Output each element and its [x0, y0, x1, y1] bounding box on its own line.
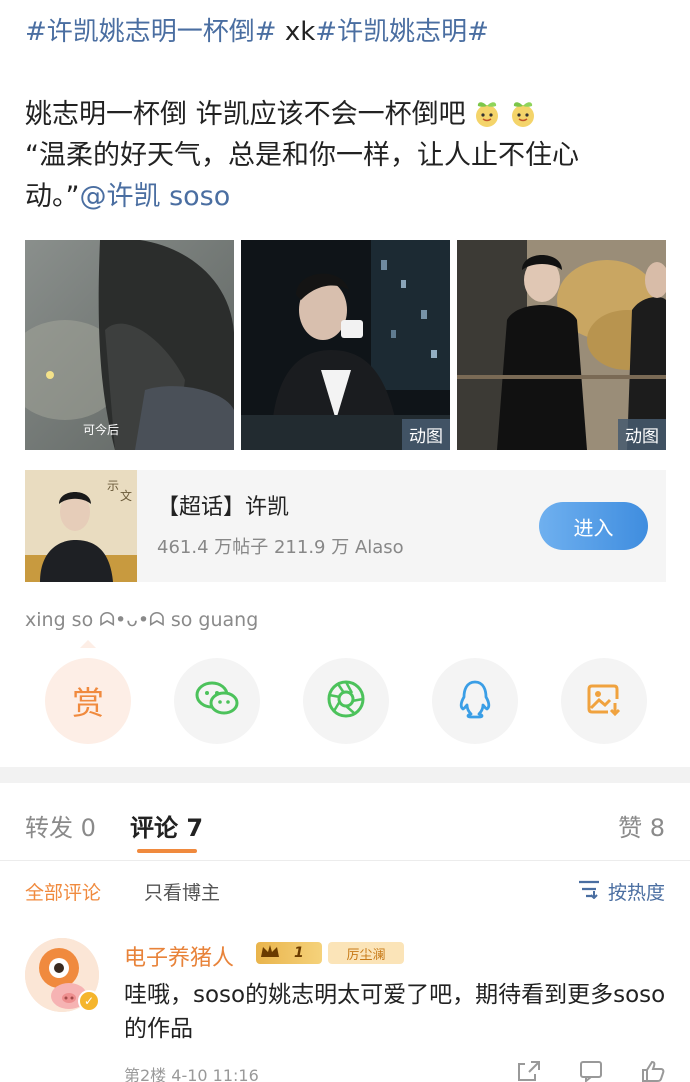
tab-repost[interactable]: 转发 0 [25, 808, 96, 843]
reward-label: 赏 [71, 684, 104, 722]
hashtag-mid-text: xk [276, 17, 316, 47]
topic-info: 【超话】许凯 461.4 万帖子 211.9 万 Alaso [157, 493, 404, 559]
fans-group-label: 厉尘澜 [346, 947, 386, 963]
image-watermark: 可今后 [83, 423, 120, 437]
interaction-tabs: 转发 0 评论 7 赞 8 [0, 783, 690, 861]
post-signature: xing so ᗣ•ᴗ•ᗣ so guang [25, 609, 259, 631]
post-body: 姚志明一杯倒 许凯应该不会一杯倒吧 “温柔的好天气，总是和你一样，让人止不住心 … [25, 94, 645, 217]
section-divider [0, 767, 690, 783]
post-line-1-text: 姚志明一杯倒 许凯应该不会一杯倒吧 [25, 99, 466, 130]
topic-cover-image: 示 文 [25, 470, 137, 582]
like-comment-icon[interactable] [641, 1060, 665, 1082]
reply-comment-icon[interactable] [579, 1060, 603, 1082]
share-comment-icon[interactable] [517, 1060, 541, 1082]
gif-badge: 动图 [618, 419, 666, 450]
moments-share-button[interactable] [303, 658, 389, 744]
post-image-3[interactable]: 动图 [457, 240, 666, 450]
hashtag-link-1[interactable]: #许凯姚志明一杯倒# [25, 17, 277, 47]
post-image-1[interactable]: 可今后 [25, 240, 234, 450]
comment-item: ✓ 电子养猪人 1 厉尘澜 哇哦，soso的姚志明太可爱了吧，期待看到更多sos… [0, 930, 690, 1082]
reward-pointer [80, 640, 96, 648]
comment-meta: 第2楼 4-10 11:16 [124, 1066, 259, 1082]
post-line-1: 姚志明一杯倒 许凯应该不会一杯倒吧 [25, 94, 645, 135]
crown-icon [260, 943, 280, 963]
sprout-emoji-icon [508, 98, 538, 128]
wechat-icon [195, 681, 239, 721]
post-image-grid: 可今后 动图 动图 [25, 240, 666, 450]
reward-button[interactable]: 赏 [45, 658, 131, 744]
post-line-2: “温柔的好天气，总是和你一样，让人止不住心 [25, 140, 579, 171]
svg-text:文: 文 [120, 488, 132, 503]
topic-stats: 461.4 万帖子 211.9 万 Alaso [157, 537, 404, 558]
post-line-3: 动。”@许凯 soso [25, 176, 645, 217]
sort-label: 按热度 [607, 882, 665, 904]
super-topic-card[interactable]: 示 文 【超话】许凯 461.4 万帖子 211.9 万 Alaso 进入 [25, 470, 666, 582]
active-tab-indicator [137, 849, 197, 853]
svg-text:示: 示 [107, 479, 119, 493]
qq-penguin-icon [457, 679, 493, 723]
mention-link[interactable]: @许凯 soso [80, 181, 231, 212]
save-image-icon [586, 681, 622, 721]
sprout-emoji-icon [472, 98, 502, 128]
filter-author-only[interactable]: 只看博主 [144, 878, 220, 905]
comment-text: 哇哦，soso的姚志明太可爱了吧，期待看到更多soso的作品 [124, 982, 666, 1042]
fan-level-number: 1 [294, 945, 304, 961]
sort-by-hot-button[interactable]: 按热度 [578, 878, 665, 905]
post-hashtags: #许凯姚志明一杯倒# xk#许凯姚志明# [25, 14, 489, 50]
wechat-share-button[interactable] [174, 658, 260, 744]
share-row: 赏 [45, 658, 647, 744]
sort-icon [578, 879, 600, 904]
topic-title: 【超话】许凯 [157, 495, 290, 520]
hashtag-link-2[interactable]: #许凯姚志明# [315, 17, 489, 47]
verified-badge-icon: ✓ [78, 990, 100, 1012]
moments-shutter-icon [326, 679, 366, 723]
save-image-button[interactable] [561, 658, 647, 744]
tab-likes[interactable]: 赞 8 [618, 808, 665, 843]
comment-filter-bar: 全部评论 只看博主 按热度 [0, 862, 690, 918]
qq-share-button[interactable] [432, 658, 518, 744]
post-line-3-text: 动。” [25, 181, 80, 212]
fan-level-badge: 1 [256, 942, 322, 964]
post-image-2[interactable]: 动图 [241, 240, 450, 450]
enter-topic-button[interactable]: 进入 [539, 502, 648, 550]
fans-group-badge: 厉尘澜 [328, 942, 404, 964]
filter-all-comments[interactable]: 全部评论 [25, 878, 101, 905]
commenter-name[interactable]: 电子养猪人 [124, 940, 234, 972]
tab-comments[interactable]: 评论 7 [130, 808, 203, 843]
comment-actions [517, 1060, 665, 1082]
gif-badge: 动图 [402, 419, 450, 450]
